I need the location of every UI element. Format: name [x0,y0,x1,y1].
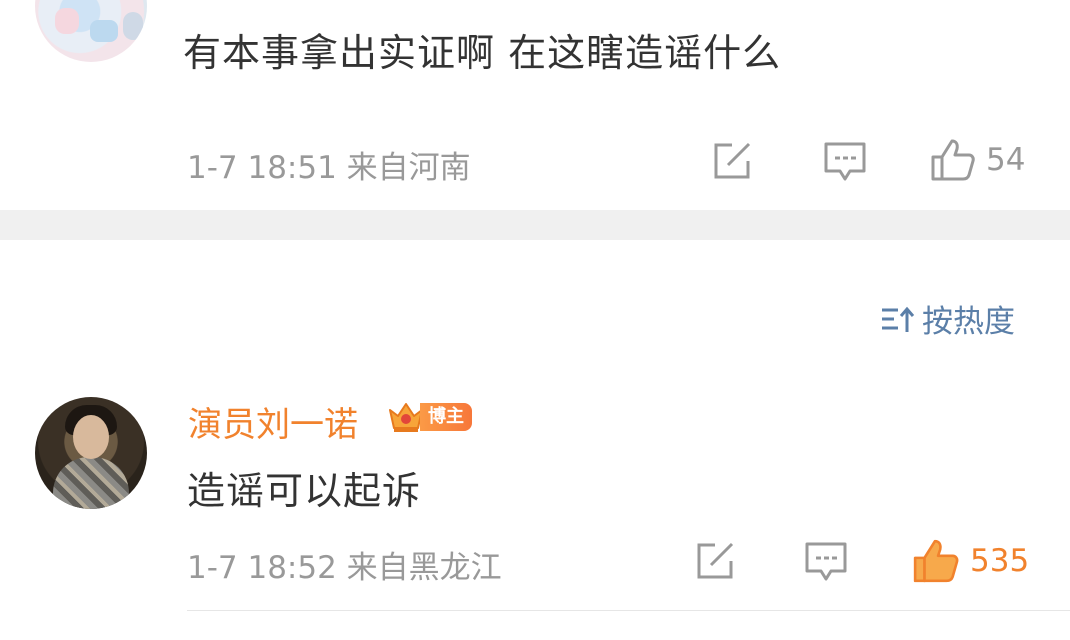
commenter-avatar[interactable] [35,397,147,509]
commenter-avatar[interactable] [35,0,147,62]
comment-text: 造谣可以起诉 [187,469,422,513]
username[interactable]: 演员刘一诺 [188,397,358,446]
like-count: 535 [970,543,1030,579]
comments-page: 有本事拿出实证啊 在这瞎造谣什么 1-7 18:51 来自河南 54 按热度 演… [0,0,1070,640]
blogger-badge: 博主 [386,400,472,434]
sort-button[interactable]: 按热度 [880,296,1015,341]
badge-label: 博主 [420,403,472,431]
share-button[interactable] [695,541,737,581]
like-icon [931,139,975,181]
sort-icon [882,306,915,332]
comment-icon [805,542,847,581]
comment-meta: 1-7 18:52 来自黑龙江 [187,550,502,586]
comment-meta: 1-7 18:51 来自河南 [187,150,471,186]
comment-button[interactable] [804,541,848,583]
sort-label: 按热度 [922,304,1015,340]
share-button[interactable] [712,141,754,181]
divider [187,610,1070,611]
comment-icon [824,142,866,181]
comment-button[interactable] [823,141,867,183]
share-icon [697,542,734,579]
like-count: 54 [986,142,1026,178]
share-icon [714,142,751,179]
like-button[interactable]: 54 [930,137,1025,183]
like-button[interactable]: 535 [912,537,1029,585]
like-icon [913,539,959,583]
comment-text: 有本事拿出实证啊 在这瞎造谣什么 [183,31,782,75]
section-divider [0,210,1070,240]
